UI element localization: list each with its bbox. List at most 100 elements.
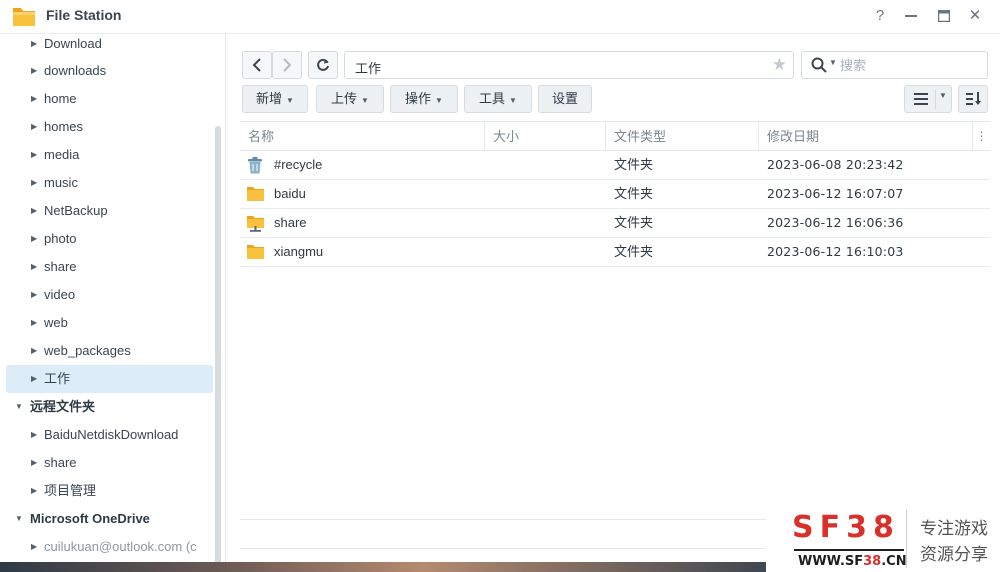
file-type: 文件夹 [614, 244, 654, 259]
new-button[interactable]: 新增 ▼ [242, 85, 308, 113]
tools-button[interactable]: 工具 ▼ [464, 85, 532, 113]
tree-arrow-right-icon[interactable]: ▶ [31, 197, 37, 225]
sidebar-item-video[interactable]: ▶ video [6, 281, 213, 309]
tree-arrow-down-icon[interactable]: ▼ [15, 393, 23, 421]
tree-arrow-right-icon[interactable]: ▶ [31, 253, 37, 281]
file-list-header: 名称 大小 文件类型 修改日期 ⋮ [240, 121, 990, 151]
tree-arrow-right-icon[interactable]: ▶ [31, 281, 37, 309]
sidebar-item-downloads[interactable]: ▶ downloads [6, 57, 213, 85]
tree-arrow-right-icon[interactable]: ▶ [31, 449, 37, 477]
refresh-button[interactable] [308, 51, 338, 79]
sort-button[interactable] [958, 85, 988, 113]
tree-arrow-right-icon[interactable]: ▶ [31, 225, 37, 253]
tree-arrow-right-icon[interactable]: ▶ [31, 421, 37, 449]
folder-icon [247, 245, 264, 259]
maximize-icon[interactable] [933, 6, 955, 26]
sidebar-item-label: video [44, 287, 76, 302]
tree-arrow-right-icon[interactable]: ▶ [31, 57, 37, 85]
sidebar-item-label: web_packages [44, 343, 131, 358]
refresh-icon [317, 58, 329, 71]
upload-button[interactable]: 上传 ▼ [316, 85, 384, 113]
tree-arrow-right-icon[interactable]: ▶ [31, 169, 37, 197]
file-type: 文件夹 [614, 186, 654, 201]
watermark-separator [906, 510, 907, 568]
column-header-name[interactable]: 名称 [240, 122, 485, 151]
caret-down-icon: ▼ [939, 91, 947, 100]
sidebar-item-baidunetdiskdownload[interactable]: ▶ BaiduNetdiskDownload [6, 421, 213, 449]
action-button[interactable]: 操作 ▼ [390, 85, 458, 113]
tree-arrow-right-icon[interactable]: ▶ [31, 34, 37, 58]
table-row[interactable]: xiangmu 文件夹 2023-06-12 16:10:03 [240, 238, 990, 267]
watermark-url-prefix: WWW.SF [798, 554, 864, 569]
sidebar-item-label: cuilukuan@outlook.com (c [44, 539, 197, 554]
search-box[interactable]: ▼ [801, 51, 988, 79]
tree-arrow-right-icon[interactable]: ▶ [31, 337, 37, 365]
sidebar-group-remote-folders[interactable]: ▼ 远程文件夹 [6, 393, 213, 421]
sidebar-scrollbar[interactable] [215, 126, 221, 566]
star-icon[interactable]: ★ [772, 55, 787, 75]
sidebar-item-home[interactable]: ▶ home [6, 85, 213, 113]
sidebar-item-photo[interactable]: ▶ photo [6, 225, 213, 253]
sidebar-item-web-packages[interactable]: ▶ web_packages [6, 337, 213, 365]
sidebar-item-remote-share[interactable]: ▶ share [6, 449, 213, 477]
tree-arrow-right-icon[interactable]: ▶ [31, 533, 37, 561]
watermark-url-suffix: .CN [881, 554, 907, 569]
table-row[interactable]: baidu 文件夹 2023-06-12 16:07:07 [240, 180, 990, 209]
sidebar-item-netbackup[interactable]: ▶ NetBackup [6, 197, 213, 225]
table-row[interactable]: #recycle 文件夹 2023-06-08 20:23:42 [240, 151, 990, 180]
sidebar-item-homes[interactable]: ▶ homes [6, 113, 213, 141]
search-icon[interactable] [811, 57, 827, 73]
forward-button[interactable] [272, 51, 302, 79]
column-header-modified[interactable]: 修改日期 [759, 122, 973, 151]
search-options-caret-icon[interactable]: ▼ [829, 58, 837, 67]
table-row[interactable]: share 文件夹 2023-06-12 16:06:36 [240, 209, 990, 238]
watermark-url-mid: 38 [863, 554, 882, 569]
sidebar-item-work[interactable]: ▶ 工作 [6, 365, 213, 393]
action-button-label: 操作 [405, 91, 432, 106]
minimize-icon[interactable] [900, 6, 922, 26]
file-station-icon [13, 8, 35, 26]
sidebar-item-music[interactable]: ▶ music [6, 169, 213, 197]
close-icon[interactable]: ✕ [964, 6, 986, 26]
sidebar-item-label: Download [44, 36, 102, 51]
path-bar[interactable]: 工作 ★ [344, 51, 794, 79]
help-icon[interactable]: ? [869, 6, 891, 26]
search-input[interactable] [840, 55, 980, 75]
upload-button-label: 上传 [331, 91, 358, 106]
tree-arrow-right-icon[interactable]: ▶ [31, 141, 37, 169]
tree-arrow-right-icon[interactable]: ▶ [31, 365, 37, 393]
desktop-background-strip [0, 562, 770, 572]
sidebar-item-web[interactable]: ▶ web [6, 309, 213, 337]
back-button[interactable] [242, 51, 272, 79]
file-modified: 2023-06-12 16:10:03 [767, 244, 904, 259]
column-header-size[interactable]: 大小 [485, 122, 606, 151]
folder-icon [247, 187, 264, 201]
recycle-bin-icon [248, 157, 262, 174]
sidebar-item-label: media [44, 147, 80, 162]
sidebar-item-share[interactable]: ▶ share [6, 253, 213, 281]
tree-arrow-down-icon[interactable]: ▼ [15, 505, 23, 533]
sort-icon [966, 92, 981, 105]
column-menu-icon[interactable]: ⋮ [973, 122, 990, 151]
column-header-type[interactable]: 文件类型 [606, 122, 759, 151]
tree-arrow-right-icon[interactable]: ▶ [31, 113, 37, 141]
title-bar: File Station ? ✕ [0, 0, 1000, 34]
sidebar-item-label: NetBackup [44, 203, 108, 218]
sidebar-group-onedrive[interactable]: ▼ Microsoft OneDrive [6, 505, 213, 533]
sidebar-item-download[interactable]: ▶ Download [6, 34, 213, 58]
settings-button[interactable]: 设置 [538, 85, 592, 113]
sidebar-item-label: homes [44, 119, 84, 134]
chevron-right-icon [283, 58, 292, 72]
file-name: #recycle [274, 157, 323, 172]
sidebar-item-media[interactable]: ▶ media [6, 141, 213, 169]
file-name: xiangmu [274, 244, 324, 259]
settings-button-label: 设置 [551, 91, 578, 106]
tree-arrow-right-icon[interactable]: ▶ [31, 309, 37, 337]
view-mode-button[interactable]: ▼ [904, 85, 952, 113]
sidebar-item-onedrive-account[interactable]: ▶ cuilukuan@outlook.com (c [6, 533, 213, 561]
new-button-label: 新增 [256, 91, 283, 106]
caret-down-icon: ▼ [286, 96, 294, 105]
tree-arrow-right-icon[interactable]: ▶ [31, 85, 37, 113]
sidebar-item-project-management[interactable]: ▶ 项目管理 [6, 477, 213, 505]
tree-arrow-right-icon[interactable]: ▶ [31, 477, 37, 505]
